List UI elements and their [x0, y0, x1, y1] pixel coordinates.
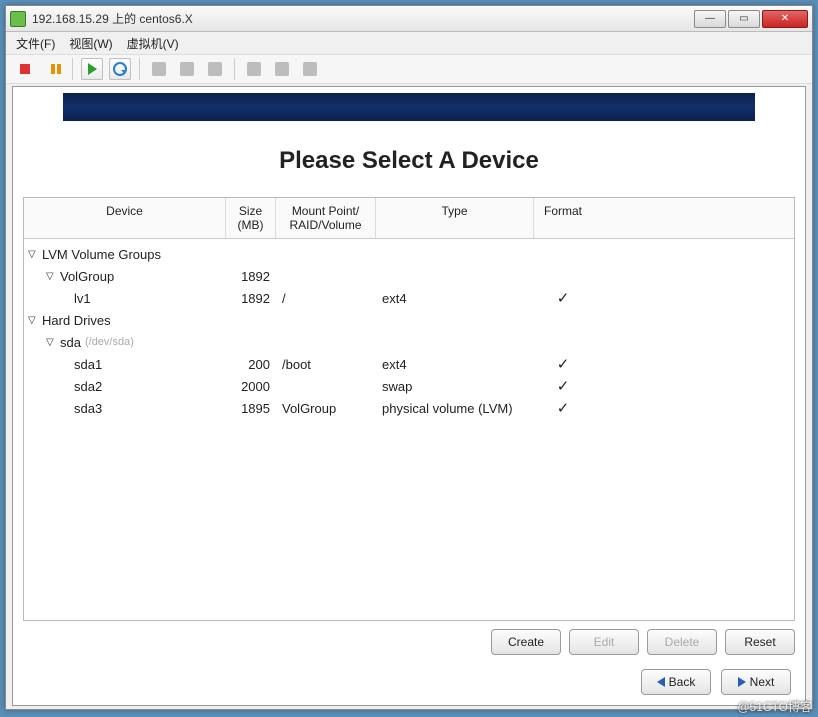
tree-item-sda3[interactable]: sda3 1895 VolGroup physical volume (LVM)…	[24, 397, 794, 419]
tree-item-lv1[interactable]: lv1 1892 / ext4 ✓	[24, 287, 794, 309]
app-icon	[10, 11, 26, 27]
vm-console-window: 192.168.15.29 上的 centos6.X — ▭ ✕ 文件(F) 视…	[5, 5, 813, 710]
separator	[72, 58, 73, 80]
action-buttons: Create Edit Delete Reset	[13, 621, 805, 663]
tree-item-sda[interactable]: ▽sda(/dev/sda)	[24, 331, 794, 353]
toolbar	[6, 54, 812, 84]
stop-button[interactable]	[14, 58, 36, 80]
tool-button-2[interactable]	[204, 58, 226, 80]
tool-icon	[303, 62, 317, 76]
tool-button-1[interactable]	[176, 58, 198, 80]
separator	[139, 58, 140, 80]
edit-button: Edit	[569, 629, 639, 655]
arrow-right-icon	[738, 677, 746, 687]
minimize-button[interactable]: —	[694, 10, 726, 28]
disclosure-icon[interactable]: ▽	[46, 271, 56, 282]
tool-icon	[208, 62, 222, 76]
menubar: 文件(F) 视图(W) 虚拟机(V)	[6, 32, 812, 54]
disclosure-icon[interactable]: ▽	[28, 249, 38, 260]
snapshot-icon	[152, 62, 166, 76]
refresh-icon	[113, 62, 127, 76]
checkmark-icon: ✓	[534, 377, 592, 395]
reset-button[interactable]: Reset	[725, 629, 795, 655]
separator	[234, 58, 235, 80]
tool-button-4[interactable]	[271, 58, 293, 80]
col-device[interactable]: Device	[24, 198, 226, 238]
checkmark-icon: ✓	[534, 399, 592, 417]
back-button[interactable]: Back	[641, 669, 711, 695]
tree-item-volgroup[interactable]: ▽VolGroup 1892	[24, 265, 794, 287]
tool-icon	[180, 62, 194, 76]
snapshot-button[interactable]	[148, 58, 170, 80]
col-mount[interactable]: Mount Point/ RAID/Volume	[276, 198, 376, 238]
delete-button: Delete	[647, 629, 717, 655]
menu-vm[interactable]: 虚拟机(V)	[127, 35, 179, 52]
col-format[interactable]: Format	[534, 198, 592, 238]
menu-view[interactable]: 视图(W)	[69, 35, 112, 52]
checkmark-icon: ✓	[534, 355, 592, 373]
table-header: Device Size (MB) Mount Point/ RAID/Volum…	[24, 198, 794, 239]
refresh-button[interactable]	[109, 58, 131, 80]
pause-button[interactable]	[42, 58, 64, 80]
titlebar[interactable]: 192.168.15.29 上的 centos6.X — ▭ ✕	[6, 6, 812, 32]
tree-group-lvm[interactable]: ▽LVM Volume Groups	[24, 243, 794, 265]
tree-item-sda1[interactable]: sda1 200 /boot ext4 ✓	[24, 353, 794, 375]
tree-group-harddrives[interactable]: ▽Hard Drives	[24, 309, 794, 331]
disclosure-icon[interactable]: ▽	[28, 315, 38, 326]
arrow-left-icon	[657, 677, 665, 687]
device-tree[interactable]: ▽LVM Volume Groups ▽VolGroup 1892 lv1 18…	[24, 239, 794, 620]
window-title: 192.168.15.29 上的 centos6.X	[32, 10, 692, 27]
checkmark-icon: ✓	[534, 289, 592, 307]
tool-button-5[interactable]	[299, 58, 321, 80]
close-button[interactable]: ✕	[762, 10, 808, 28]
col-type[interactable]: Type	[376, 198, 534, 238]
device-panel: Device Size (MB) Mount Point/ RAID/Volum…	[23, 197, 795, 621]
installer-banner	[63, 93, 755, 121]
play-button[interactable]	[81, 58, 103, 80]
tree-item-sda2[interactable]: sda2 2000 swap ✓	[24, 375, 794, 397]
nav-buttons: Back Next	[13, 663, 805, 705]
disclosure-icon[interactable]: ▽	[46, 337, 56, 348]
watermark: @51CTO博客	[737, 698, 812, 715]
tool-icon	[247, 62, 261, 76]
create-button[interactable]: Create	[491, 629, 561, 655]
col-size[interactable]: Size (MB)	[226, 198, 276, 238]
tool-icon	[275, 62, 289, 76]
maximize-button[interactable]: ▭	[728, 10, 760, 28]
tool-button-3[interactable]	[243, 58, 265, 80]
page-title: Please Select A Device	[13, 131, 805, 197]
menu-file[interactable]: 文件(F)	[16, 35, 55, 52]
guest-screen: Please Select A Device Device Size (MB) …	[12, 86, 806, 706]
next-button[interactable]: Next	[721, 669, 791, 695]
